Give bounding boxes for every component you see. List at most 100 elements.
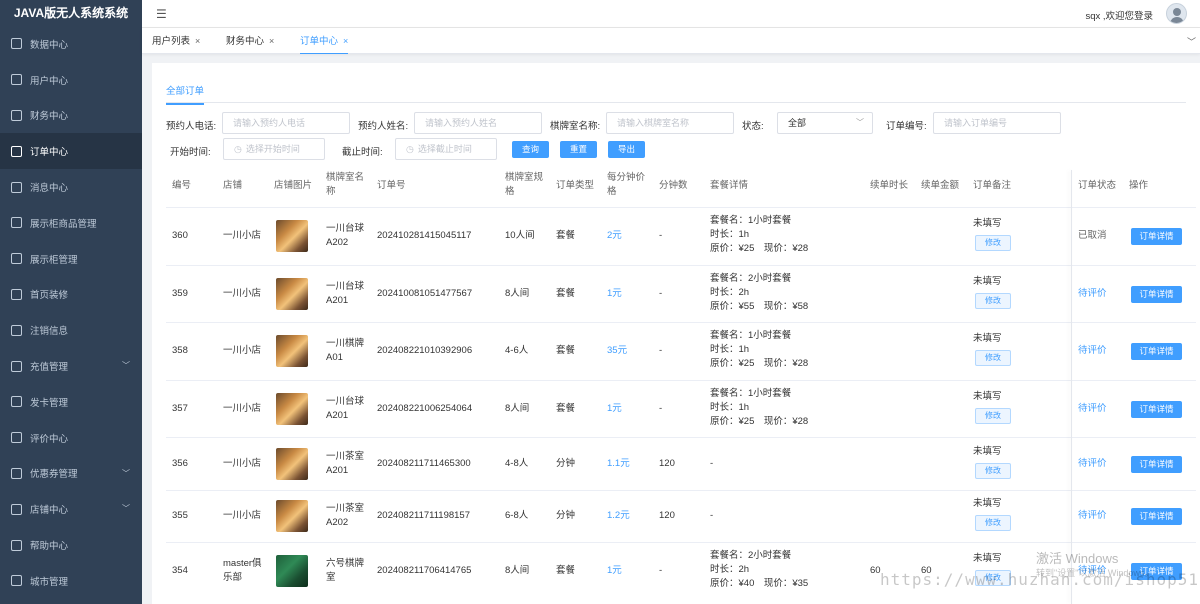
close-icon[interactable]: × — [343, 36, 348, 46]
hamburger-icon[interactable]: ☰ — [156, 7, 167, 21]
sidebar-item[interactable]: 展示柜商品管理 — [0, 205, 142, 241]
sidebar-item-label: 订单中心 — [30, 147, 69, 159]
sidebar-item[interactable]: 店铺中心 ﹀ — [0, 491, 142, 527]
chevron-down-icon[interactable]: ﹀ — [1187, 35, 1196, 48]
tags-view: 用户列表 × 财务中心 × 订单中心 × ﹀ — [142, 28, 1200, 54]
room-line1: 一川台球 — [326, 223, 365, 234]
sidebar-item-label: 展示柜商品管理 — [30, 218, 97, 230]
package-duration: 时长：2h — [710, 286, 750, 298]
sidebar-item[interactable]: 注销信息 — [0, 312, 142, 348]
modify-remark-button[interactable]: 修改 — [975, 462, 1011, 479]
sidebar-item[interactable]: 发卡管理 — [0, 384, 142, 420]
close-icon[interactable]: × — [195, 36, 200, 46]
order-panel: 全部订单 预约人电话: 请输入预约人电话 预约人姓名: 请输入预约人姓名 棋牌室… — [152, 63, 1200, 604]
th-remark: 订单备注 — [973, 180, 1012, 191]
start-date-picker[interactable]: ◷ 选择开始时间 — [223, 138, 325, 160]
cell-room: 一川茶室 A201 — [326, 450, 364, 478]
modify-remark-button[interactable]: 修改 — [975, 235, 1011, 251]
modify-remark-button[interactable]: 修改 — [975, 292, 1011, 309]
sidebar-item[interactable]: 首页装修 — [0, 277, 142, 313]
th-price-line1: 每分钟价 — [607, 172, 646, 183]
reset-button[interactable]: 重置 — [560, 141, 597, 158]
sidebar-item[interactable]: 充值管理 ﹀ — [0, 348, 142, 384]
sidebar-menu: 数据中心用户中心 财务中心订单中心消息中心展示柜商品管理展示柜管理 首页装修 注销信息… — [0, 26, 142, 599]
sidebar-item[interactable]: 数据中心 — [0, 26, 142, 62]
menu-icon — [11, 145, 22, 157]
room-line1: 一川茶室 — [326, 503, 365, 514]
cell-type: 分钟 — [556, 510, 576, 521]
order-input[interactable]: 请输入订单编号 — [933, 112, 1061, 134]
store-image — [276, 555, 308, 587]
sidebar-item[interactable]: 展示柜管理 — [0, 241, 142, 277]
sidebar-item[interactable]: 消息中心 — [0, 169, 142, 205]
cell-type: 套餐 — [556, 565, 576, 576]
tab-orders[interactable]: 订单中心 × — [300, 28, 349, 54]
chevron-down-icon: ﹀ — [856, 118, 864, 127]
store-image — [276, 500, 308, 532]
menu-icon — [11, 181, 22, 193]
room-line2: A201 — [326, 294, 349, 306]
package-name: 套餐名：1小时套餐 — [710, 330, 792, 341]
order-label: 订单编号: — [886, 121, 927, 132]
cell-spec: 4-8人 — [505, 457, 529, 469]
sidebar-item[interactable]: 帮助中心 — [0, 527, 142, 563]
cell-type: 分钟 — [556, 457, 576, 469]
windows-activation-watermark: 激活 Windows — [1036, 551, 1119, 566]
menu-icon — [11, 503, 22, 515]
order-detail-button[interactable]: 订单详情 — [1131, 343, 1182, 360]
cell-remark: 未填写 — [973, 445, 1002, 457]
close-icon[interactable]: × — [269, 36, 274, 46]
chevron-down-icon: ﹀ — [122, 504, 130, 514]
menu-icon — [11, 539, 22, 551]
cell-room: 一川台球 A201 — [326, 280, 364, 308]
cell-spec: 4-6人 — [505, 345, 529, 356]
sidebar-item[interactable]: 财务中心 — [0, 98, 142, 134]
order-detail-button[interactable]: 订单详情 — [1131, 285, 1182, 303]
sidebar-item[interactable]: 城市管理 — [0, 563, 142, 599]
package-name: 套餐名：1小时套餐 — [710, 215, 792, 226]
tab-finance[interactable]: 财务中心 × — [226, 28, 274, 54]
status-label: 状态: — [742, 121, 764, 132]
th-id: 编号 — [172, 180, 192, 191]
menu-icon — [11, 217, 22, 229]
sidebar-item-label: 充值管理 — [30, 362, 69, 374]
th-renew-time: 续单时长 — [870, 180, 909, 191]
cell-remark: 未填写 — [973, 275, 1002, 287]
th-room-line1: 棋牌室名 — [326, 172, 365, 183]
end-date-picker[interactable]: ◷ 选择截止时间 — [395, 138, 497, 160]
cell-store: 一川小店 — [223, 457, 262, 469]
phone-input[interactable]: 请输入预约人电话 — [222, 112, 350, 134]
room-input[interactable]: 请输入棋牌室名称 — [606, 112, 734, 134]
order-detail-button[interactable]: 订单详情 — [1131, 508, 1182, 525]
cell-minutes: 120 — [659, 510, 675, 521]
name-input[interactable]: 请输入预约人姓名 — [414, 112, 542, 134]
th-spec-line1: 棋牌室规 — [505, 172, 544, 183]
tab-user-list[interactable]: 用户列表 × — [152, 28, 200, 54]
order-detail-button[interactable]: 订单详情 — [1131, 455, 1182, 473]
modify-remark-button[interactable]: 修改 — [975, 515, 1011, 531]
sidebar-item[interactable]: 评价中心 — [0, 420, 142, 456]
room-line2: A01 — [326, 352, 343, 363]
th-spec-line2: 格 — [505, 186, 515, 197]
search-button[interactable]: 查询 — [512, 141, 549, 158]
status-select[interactable]: 全部 ﹀ — [777, 112, 873, 134]
cell-minutes: - — [659, 287, 663, 299]
chevron-down-icon: ﹀ — [122, 361, 130, 371]
sidebar-item-label: 数据中心 — [30, 39, 69, 51]
sidebar-item[interactable]: 优惠券管理 ﹀ — [0, 456, 142, 492]
package-price: 原价：¥25 现价：¥28 — [710, 358, 809, 369]
order-detail-button[interactable]: 订单详情 — [1131, 228, 1182, 245]
cell-price: 1元 — [607, 402, 622, 414]
cell-price: 1元 — [607, 565, 622, 576]
th-type: 订单类型 — [556, 180, 595, 191]
avatar[interactable] — [1166, 3, 1187, 24]
cell-store: 一川小店 — [223, 402, 262, 414]
modify-remark-button[interactable]: 修改 — [975, 350, 1011, 366]
modify-remark-button[interactable]: 修改 — [975, 407, 1011, 424]
cell-remark: 未填写 — [973, 390, 1002, 402]
windows-activation-hint: 转到"设置"以激活 Windows。 — [1036, 568, 1154, 578]
export-button[interactable]: 导出 — [608, 141, 645, 158]
sidebar-item[interactable]: 订单中心 — [0, 133, 142, 170]
order-detail-button[interactable]: 订单详情 — [1131, 400, 1182, 418]
sidebar-item[interactable]: 用户中心 — [0, 62, 142, 98]
